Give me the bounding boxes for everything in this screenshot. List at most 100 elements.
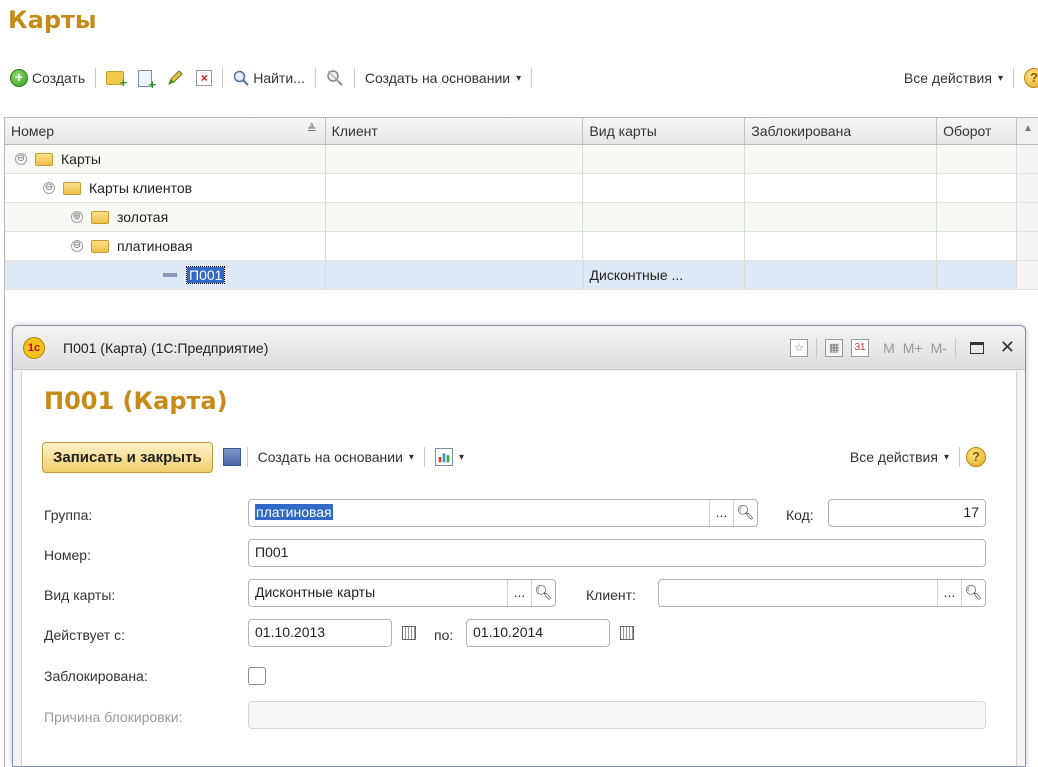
delete-button[interactable]: ×	[192, 68, 216, 88]
create-based-on-button[interactable]: Создать на основании ▾	[254, 447, 418, 467]
save-and-close-button[interactable]: Записать и закрыть	[42, 441, 213, 473]
column-header-card-type[interactable]: Вид карты	[583, 118, 746, 144]
block-reason-label: Причина блокировки:	[44, 709, 183, 725]
cell-client	[326, 261, 584, 289]
table-row[interactable]: ⊖ Карты клиентов	[5, 174, 1038, 203]
cell-client	[326, 145, 584, 173]
help-icon[interactable]: ?	[966, 447, 986, 467]
report-icon	[434, 448, 453, 466]
cell-blocked	[745, 174, 938, 202]
valid-from-field[interactable]: 01.10.2013	[248, 619, 392, 647]
cell-blocked	[745, 261, 938, 289]
tools-separator	[816, 337, 818, 358]
form-toolbar: Записать и закрыть Создать на основании …	[42, 440, 986, 474]
toolbar-separator	[314, 68, 316, 88]
select-button[interactable]: ...	[709, 500, 733, 526]
row-label: Карты клиентов	[89, 180, 193, 196]
page-title: Карты	[8, 6, 97, 34]
create-folder-button[interactable]	[102, 69, 128, 90]
cancel-search-button[interactable]	[322, 67, 348, 89]
chevron-down-icon: ▾	[408, 451, 414, 463]
item-icon	[163, 273, 177, 277]
all-actions-label: Все действия	[849, 449, 938, 465]
sort-icon: ≜	[306, 122, 317, 136]
scrollbar-track[interactable]	[1017, 145, 1038, 173]
valid-to-field[interactable]: 01.10.2014	[466, 619, 610, 647]
calendar-icon[interactable]	[402, 626, 416, 640]
folder-icon	[91, 210, 109, 224]
cell-blocked	[745, 145, 938, 173]
cell-turnover	[937, 203, 1017, 231]
number-field[interactable]: П001	[248, 539, 986, 567]
table-row[interactable]: ⊖ Карты	[5, 145, 1038, 174]
select-button[interactable]: ...	[937, 580, 961, 606]
calendar-icon[interactable]: 31	[851, 338, 870, 357]
table-row[interactable]: ⊖ платиновая	[5, 232, 1038, 261]
scrollbar-track[interactable]	[1017, 232, 1038, 260]
client-field[interactable]: ... 🔍︎	[658, 579, 986, 607]
favorite-icon[interactable]: ☆	[790, 338, 809, 357]
folder-icon	[63, 181, 81, 195]
cell-turnover	[937, 232, 1017, 260]
scrollbar-up-arrow[interactable]: ▲	[1017, 118, 1038, 144]
create-based-on-button[interactable]: Создать на основании ▾	[361, 68, 525, 88]
cell-card-type	[583, 232, 746, 260]
toolbar-separator	[246, 447, 248, 467]
column-header-turnover[interactable]: Оборот	[937, 118, 1018, 144]
cell-card-type	[583, 145, 746, 173]
create-label: Создать	[32, 70, 86, 86]
help-button[interactable]: ?	[1020, 66, 1038, 90]
number-label: Номер:	[44, 547, 91, 563]
column-header-client[interactable]: Клиент	[326, 118, 584, 144]
collapse-toggle[interactable]: ⊖	[15, 153, 27, 165]
collapse-toggle[interactable]: ⊖	[71, 240, 83, 252]
scrollbar-track[interactable]	[1017, 174, 1038, 202]
memory-minus-button[interactable]: M-	[931, 340, 947, 356]
toolbar-separator	[1013, 68, 1014, 88]
blocked-checkbox[interactable]	[248, 667, 266, 685]
group-field[interactable]: платиновая ... 🔍︎	[248, 499, 758, 527]
open-icon[interactable]: 🔍︎	[733, 500, 757, 526]
collapse-toggle[interactable]: ⊖	[43, 182, 55, 194]
card-type-value: Дисконтные карты	[255, 584, 376, 600]
copy-button[interactable]	[134, 68, 156, 92]
create-button[interactable]: + Создать	[6, 67, 89, 89]
tools-separator	[954, 337, 956, 358]
close-icon[interactable]: ✕	[1000, 337, 1015, 358]
calculator-icon[interactable]: ▦	[825, 338, 844, 357]
toolbar-separator	[95, 68, 97, 88]
toolbar-separator	[222, 68, 224, 88]
column-header-blocked[interactable]: Заблокирована	[745, 118, 938, 144]
cell-blocked	[745, 232, 938, 260]
open-icon[interactable]: 🔍︎	[531, 580, 555, 606]
all-actions-button[interactable]: Все действия ▾	[846, 447, 953, 467]
column-header-number[interactable]: Номер ≜	[5, 118, 326, 144]
calendar-icon[interactable]	[620, 626, 634, 640]
toolbar-separator	[423, 447, 425, 467]
reports-button[interactable]: ▾	[431, 446, 468, 468]
save-icon[interactable]	[222, 448, 241, 466]
scrollbar-track[interactable]	[1017, 261, 1038, 289]
block-reason-field[interactable]	[248, 701, 986, 729]
find-button[interactable]: Найти...	[229, 68, 309, 88]
open-icon[interactable]: 🔍︎	[961, 580, 985, 606]
table-row[interactable]: ⊕ золотая	[5, 203, 1038, 232]
code-field[interactable]: 17	[828, 499, 986, 527]
card-type-field[interactable]: Дисконтные карты ... 🔍︎	[248, 579, 556, 607]
memory-button[interactable]: M	[883, 340, 895, 356]
search-icon	[233, 70, 249, 86]
code-label: Код:	[786, 507, 814, 523]
scrollbar-track[interactable]	[1017, 203, 1038, 231]
edit-button[interactable]	[162, 67, 188, 89]
table-row-selected[interactable]: П001 Дисконтные ...	[5, 261, 1038, 290]
window-titlebar[interactable]: 1с П001 (Карта) (1С:Предприятие) ☆ ▦ 31 …	[13, 326, 1025, 370]
all-actions-button[interactable]: Все действия ▾	[900, 68, 1007, 88]
chevron-down-icon: ▾	[943, 451, 949, 463]
toolbar-separator	[353, 68, 355, 88]
copy-icon	[138, 69, 156, 92]
create-based-label: Создать на основании	[364, 70, 511, 86]
expand-toggle[interactable]: ⊕	[71, 211, 83, 223]
select-button[interactable]: ...	[507, 580, 531, 606]
maximize-icon[interactable]	[969, 341, 984, 354]
memory-plus-button[interactable]: M+	[903, 340, 923, 356]
